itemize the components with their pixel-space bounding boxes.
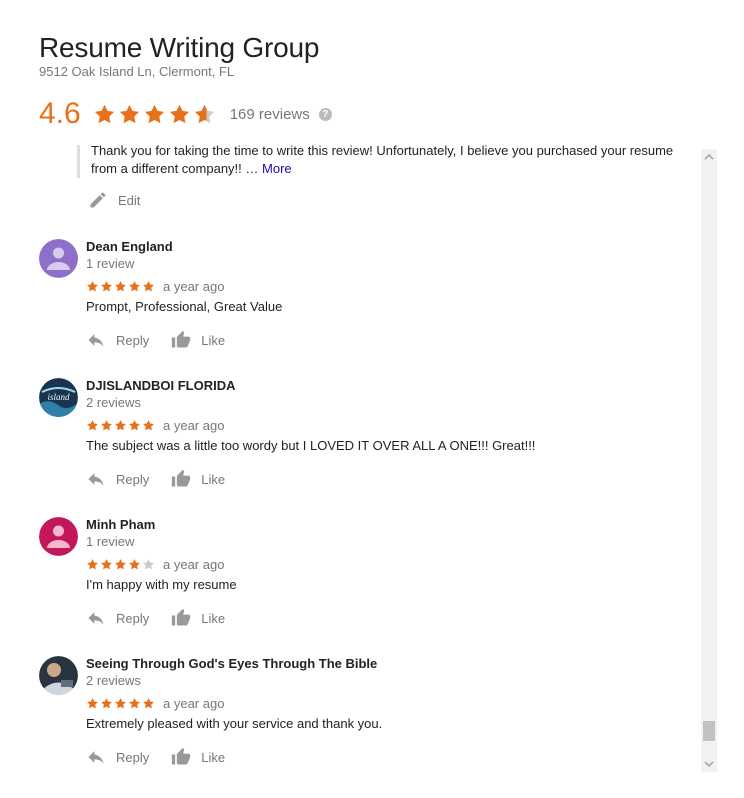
- star-icon: [101, 697, 112, 708]
- review-text: Extremely pleased with your service and …: [86, 716, 383, 731]
- like-button[interactable]: Like: [171, 608, 225, 628]
- reviewer-review-count: 1 review: [86, 534, 135, 549]
- avatar[interactable]: island: [39, 378, 78, 417]
- reviews-list[interactable]: Thank you for taking the time to write t…: [0, 145, 700, 775]
- reviewer-name[interactable]: DJISLANDBOI FLORIDA: [86, 378, 696, 394]
- help-icon[interactable]: ?: [318, 107, 332, 121]
- star-icon: [143, 280, 154, 291]
- star-icon: [144, 104, 164, 123]
- star-icon: [94, 104, 114, 123]
- reply-button[interactable]: Reply: [86, 608, 149, 628]
- chevron-down-icon: [704, 761, 714, 768]
- like-label: Like: [201, 610, 226, 626]
- scroll-up-arrow[interactable]: [701, 149, 717, 165]
- thumbs-up-icon: [172, 747, 191, 765]
- review-stars: [86, 419, 156, 432]
- owner-reply-ellipsis: …: [241, 161, 263, 176]
- star-icon: [101, 419, 112, 430]
- reviewer-name[interactable]: Dean England: [86, 239, 696, 255]
- reply-icon: [88, 473, 104, 486]
- reply-button[interactable]: Reply: [86, 747, 149, 767]
- scrollbar-thumb[interactable]: [703, 721, 715, 741]
- star-icon: [87, 558, 98, 569]
- owner-reply: Thank you for taking the time to write t…: [77, 145, 691, 178]
- reply-label: Reply: [116, 610, 150, 626]
- thumbs-up-icon: [172, 469, 191, 487]
- reviewer-name[interactable]: Minh Pham: [86, 517, 696, 533]
- reviewer-review-count: 2 reviews: [86, 395, 141, 410]
- review-count-link[interactable]: 169 reviews: [230, 106, 310, 123]
- edit-label: Edit: [118, 192, 141, 208]
- thumbs-up-icon: [172, 608, 191, 626]
- star-icon: [143, 419, 154, 430]
- reply-label: Reply: [116, 471, 150, 487]
- review-time: a year ago: [163, 695, 225, 711]
- star-icon: [87, 280, 98, 291]
- reviewer-review-count: 1 review: [86, 256, 135, 271]
- thumbs-up-icon: [172, 330, 191, 348]
- reply-icon: [88, 751, 104, 764]
- avatar[interactable]: [39, 239, 78, 278]
- star-icon: [115, 558, 126, 569]
- reply-label: Reply: [116, 749, 150, 765]
- business-address: 9512 Oak Island Ln, Clermont, FL: [39, 64, 235, 79]
- star-icon: [115, 280, 126, 291]
- review-time: a year ago: [163, 278, 225, 294]
- rating-summary: 4.6 169 reviews ?: [39, 96, 332, 132]
- review-stars: [86, 558, 156, 571]
- star-icon: [101, 280, 112, 291]
- review-text: Prompt, Professional, Great Value: [86, 299, 283, 314]
- star-icon: [143, 697, 154, 708]
- star-icon: [143, 558, 154, 569]
- reply-icon: [88, 612, 104, 625]
- avatar[interactable]: [39, 656, 78, 695]
- star-icon: [129, 697, 140, 708]
- review-time: a year ago: [163, 417, 225, 433]
- star-icon: [87, 419, 98, 430]
- reviewer-review-count: 2 reviews: [86, 673, 141, 688]
- review-text: I'm happy with my resume: [86, 577, 237, 592]
- like-label: Like: [201, 332, 226, 348]
- business-header: Resume Writing Group 9512 Oak Island Ln,…: [39, 30, 319, 79]
- review-stars: [86, 280, 156, 293]
- star-icon: [115, 697, 126, 708]
- business-title: Resume Writing Group: [39, 32, 320, 63]
- reply-button[interactable]: Reply: [86, 330, 149, 350]
- reviewer-name[interactable]: Seeing Through God's Eyes Through The Bi…: [86, 656, 696, 672]
- star-icon: [87, 697, 98, 708]
- star-icon: [169, 104, 189, 123]
- star-icon: [129, 558, 140, 569]
- reply-button[interactable]: Reply: [86, 469, 149, 489]
- avatar[interactable]: [39, 517, 78, 556]
- star-icon: [129, 280, 140, 291]
- reply-icon: [88, 334, 104, 347]
- like-label: Like: [201, 471, 226, 487]
- average-rating: 4.6: [39, 97, 81, 130]
- like-button[interactable]: Like: [171, 747, 225, 767]
- svg-text:island: island: [47, 392, 70, 402]
- more-link[interactable]: More: [262, 161, 292, 176]
- review-text: The subject was a little too wordy but I…: [86, 438, 536, 453]
- review-stars: [86, 697, 156, 710]
- like-button[interactable]: Like: [171, 469, 225, 489]
- chevron-up-icon: [704, 153, 714, 160]
- scrollbar[interactable]: [701, 149, 717, 772]
- like-label: Like: [201, 749, 226, 765]
- edit-button[interactable]: Edit: [88, 190, 140, 210]
- star-icon: [101, 558, 112, 569]
- average-rating-stars: [93, 103, 218, 126]
- owner-reply-text: Thank you for taking the time to write t…: [91, 145, 674, 176]
- like-button[interactable]: Like: [171, 330, 225, 350]
- star-icon: [194, 104, 214, 123]
- star-icon: [115, 419, 126, 430]
- pencil-icon: [90, 192, 106, 208]
- star-icon: [119, 104, 139, 123]
- review-time: a year ago: [163, 556, 225, 572]
- scroll-down-arrow[interactable]: [701, 756, 717, 772]
- star-icon: [129, 419, 140, 430]
- reply-label: Reply: [116, 332, 150, 348]
